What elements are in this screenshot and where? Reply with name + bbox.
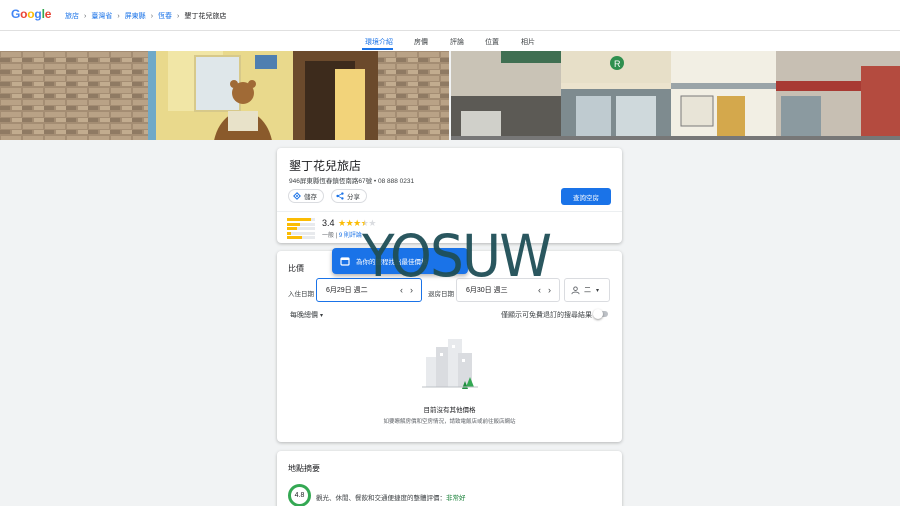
share-icon bbox=[336, 192, 344, 200]
rating-bar bbox=[287, 227, 315, 230]
breadcrumb-item-hengchun[interactable]: 恆春 bbox=[158, 11, 172, 21]
location-summary-card: 地點摘要 4.8 觀光、休閒、餐飲和交通便捷度的整體評價：非常好 bbox=[277, 451, 622, 506]
hotel-name: 墾丁花兒旅店 bbox=[289, 159, 362, 173]
breadcrumb-item-taiwan[interactable]: 臺灣省 bbox=[91, 11, 112, 21]
breadcrumb-item-pingtung[interactable]: 屏東縣 bbox=[125, 11, 146, 21]
breadcrumb-item-current: 墾丁花兒旅店 bbox=[184, 13, 227, 20]
guest-count-value: 二 bbox=[584, 287, 591, 294]
review-count-link[interactable]: 9 則評論 bbox=[339, 233, 362, 239]
chevron-right-icon: › bbox=[150, 12, 154, 20]
rating-bar bbox=[287, 236, 315, 239]
empty-state-subtitle: 如要瞭解房價和空房情況，請致電飯店或前往飯店網站 bbox=[383, 419, 516, 425]
guest-count-dropdown[interactable]: 二 ▾ bbox=[564, 278, 610, 302]
check-availability-button[interactable]: 查詢空房 bbox=[561, 188, 611, 205]
share-button[interactable]: 分享 bbox=[331, 189, 367, 203]
hotel-address: 946屏東縣恆春鎮恆南路67號 • 08 888 0231 bbox=[289, 178, 415, 185]
location-rating-word: 非常好 bbox=[446, 495, 466, 502]
breadcrumb-item-lodging[interactable]: 旅店 bbox=[65, 11, 79, 21]
active-tab-indicator bbox=[362, 48, 393, 50]
toggle-knob bbox=[593, 309, 603, 319]
empty-state-title: 目前沒有其他價格 bbox=[423, 407, 476, 414]
tab-location[interactable]: 位置 bbox=[485, 37, 499, 47]
person-icon bbox=[571, 285, 580, 294]
divider bbox=[277, 211, 622, 212]
location-score: 4.8 bbox=[288, 484, 311, 506]
google-logo[interactable]: Google bbox=[11, 7, 51, 21]
caret-down-icon: ▾ bbox=[319, 313, 323, 319]
calendar-icon bbox=[340, 257, 350, 266]
checkin-label: 入住日期 bbox=[288, 291, 314, 298]
save-button-label: 儲存 bbox=[304, 194, 317, 201]
section-title-location: 地點摘要 bbox=[288, 464, 320, 473]
price-type-selector[interactable]: 每晚總價 ▾ bbox=[290, 310, 323, 320]
tab-bar: 環境介紹 房價 評論 位置 相片 bbox=[0, 31, 900, 51]
tab-reviews[interactable]: 評論 bbox=[450, 37, 464, 47]
tab-prices[interactable]: 房價 bbox=[414, 37, 428, 47]
photo-interior[interactable] bbox=[0, 51, 449, 140]
rating-distribution bbox=[287, 218, 315, 241]
rating-bar bbox=[287, 231, 315, 235]
rating-score: 3.4 bbox=[322, 218, 335, 228]
star-icon: ★ bbox=[353, 218, 361, 228]
section-title-prices: 比價 bbox=[288, 264, 304, 273]
tab-photos[interactable]: 相片 bbox=[521, 37, 535, 47]
free-cancel-label: 僅顯示可免費退訂的搜尋結果 bbox=[501, 312, 592, 319]
rating-summary: 一般 | 9 則評論 bbox=[322, 233, 362, 239]
chevron-right-icon: › bbox=[84, 12, 87, 20]
chevron-right-icon: › bbox=[177, 12, 180, 20]
star-icon: ★ bbox=[338, 218, 346, 228]
rating-word: 一般 bbox=[322, 233, 335, 239]
breadcrumb: 旅店 › 臺灣省 › 屏東縣 › 恆春 › 墾丁花兒旅店 bbox=[65, 11, 226, 21]
price-type-value: 每晚總價 bbox=[290, 312, 318, 319]
top-bar: Google 旅店 › 臺灣省 › 屏東縣 › 恆春 › 墾丁花兒旅店 bbox=[0, 0, 900, 31]
rating-bar bbox=[287, 222, 315, 226]
bookmark-icon bbox=[293, 192, 301, 200]
free-cancel-toggle[interactable] bbox=[593, 309, 608, 319]
chevron-right-icon: › bbox=[117, 12, 120, 20]
location-summary-text: 觀光、休閒、餐飲和交通便捷度的整體評價：非常好 bbox=[316, 495, 466, 502]
photo-strip: R bbox=[0, 51, 900, 140]
rating-bar bbox=[287, 218, 315, 221]
share-button-label: 分享 bbox=[347, 194, 360, 201]
caret-down-icon: ▾ bbox=[596, 287, 600, 294]
watermark: YOSUW bbox=[362, 222, 552, 290]
save-button[interactable]: 儲存 bbox=[288, 189, 324, 203]
svg-text:R: R bbox=[614, 59, 621, 69]
tab-overview[interactable]: 環境介紹 bbox=[365, 37, 393, 47]
photo-street[interactable]: R bbox=[451, 51, 900, 140]
empty-state-illustration bbox=[422, 337, 478, 398]
